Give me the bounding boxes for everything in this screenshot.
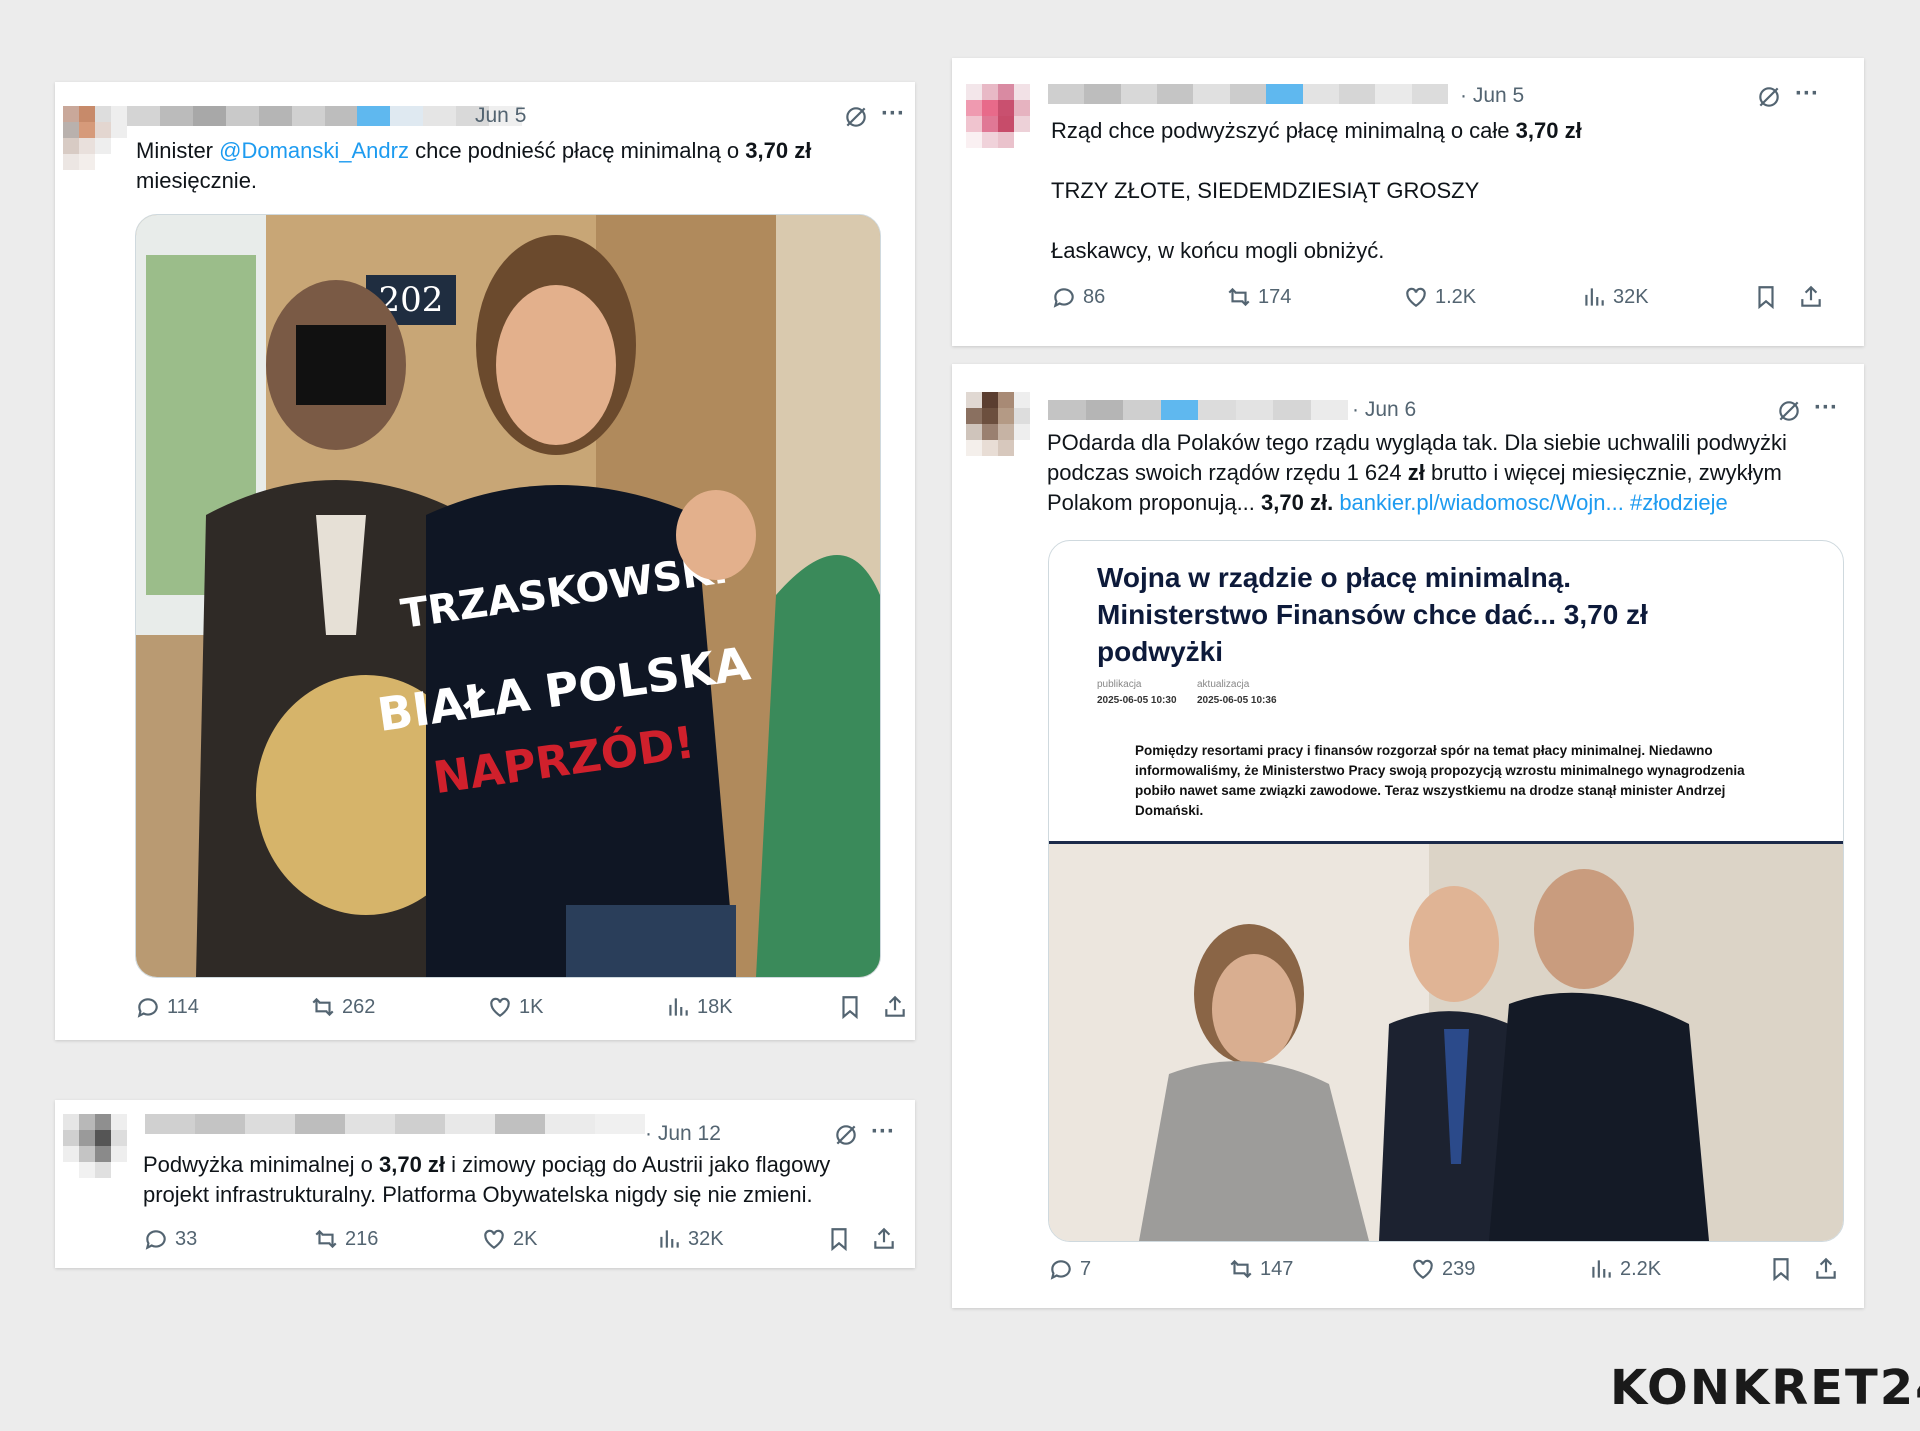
tweet-text: Podwyżka minimalnej o 3,70 zł i zimowy p…: [143, 1152, 831, 1207]
article-title: Wojna w rządzie o płacę minimalną. Minis…: [1097, 562, 1648, 667]
article-link[interactable]: bankier.pl/wiadomosc/Wojn...: [1339, 490, 1624, 515]
article-card[interactable]: Wojna w rządzie o płacę minimalną. Minis…: [1048, 540, 1844, 1242]
more-icon[interactable]: ···: [1814, 394, 1838, 422]
repost-button[interactable]: 262: [310, 994, 375, 1020]
tweet-text: Rząd chce podwyższyć płacę minimalną o c…: [1051, 118, 1582, 263]
tweet-photo[interactable]: 202 TRZASKOWSKI BIAŁA POLSKA NAPRZÓD!: [135, 214, 881, 978]
blurred-username[interactable]: [1048, 400, 1348, 420]
tweet-text: POdarda dla Polaków tego rządu wygląda t…: [1047, 430, 1787, 515]
like-button[interactable]: 2K: [481, 1226, 537, 1252]
like-button[interactable]: 1K: [487, 994, 543, 1020]
tweet-actions: 33 216 2K 32K: [143, 1226, 903, 1256]
tweet-card-1[interactable]: Jun 5 ··· Minister @Domanski_Andrz chce …: [55, 82, 915, 1040]
article-meta: publikacja: [1097, 679, 1142, 690]
avatar[interactable]: [63, 106, 127, 170]
hashtag-link[interactable]: #złodzieje: [1630, 490, 1728, 515]
repost-button[interactable]: 174: [1226, 284, 1291, 310]
mention-link[interactable]: @Domanski_Andrz: [219, 138, 409, 163]
reply-button[interactable]: 33: [143, 1226, 197, 1252]
views-button[interactable]: 32K: [1581, 284, 1649, 310]
reply-button[interactable]: 86: [1051, 284, 1105, 310]
avatar[interactable]: [966, 392, 1030, 456]
views-button[interactable]: 18K: [665, 994, 733, 1020]
share-icon[interactable]: [882, 994, 908, 1020]
article-lead: Pomiędzy resortami pracy i finansów rozg…: [1135, 743, 1745, 818]
article-meta: aktualizacja: [1197, 679, 1250, 690]
tweet-card-4[interactable]: · Jun 6 ··· POdarda dla Polaków tego rzą…: [952, 364, 1864, 1308]
avatar[interactable]: [966, 84, 1030, 148]
tweet-actions: 114 262 1K 18K: [135, 994, 905, 1024]
like-button[interactable]: 239: [1410, 1256, 1475, 1282]
bookmark-icon[interactable]: [1753, 284, 1779, 310]
views-button[interactable]: 2.2K: [1588, 1256, 1661, 1282]
tweet-date[interactable]: · Jun 12: [645, 1122, 721, 1146]
reply-button[interactable]: 7: [1048, 1256, 1091, 1282]
bookmark-icon[interactable]: [826, 1226, 852, 1252]
tweet-date[interactable]: Jun 5: [475, 104, 526, 128]
tweet-card-3[interactable]: · Jun 5 ··· Rząd chce podwyższyć płacę m…: [952, 58, 1864, 346]
reply-button[interactable]: 114: [135, 994, 199, 1020]
tweet-date[interactable]: · Jun 6: [1352, 398, 1416, 422]
grok-icon[interactable]: [833, 1122, 859, 1153]
repost-button[interactable]: 147: [1228, 1256, 1293, 1282]
share-icon[interactable]: [871, 1226, 897, 1252]
more-icon[interactable]: ···: [871, 1118, 895, 1146]
blurred-username[interactable]: [145, 1114, 645, 1134]
views-button[interactable]: 32K: [656, 1226, 724, 1252]
article-date: 2025-06-05 10:30: [1097, 695, 1177, 706]
tweet-actions: 86 174 1.2K 32K: [1051, 284, 1851, 314]
bookmark-icon[interactable]: [1768, 1256, 1794, 1282]
more-icon[interactable]: ···: [1795, 80, 1819, 108]
grok-icon[interactable]: [1776, 398, 1802, 429]
tweet-date[interactable]: · Jun 5: [1460, 84, 1524, 108]
tweet-text: Minister @Domanski_Andrz chce podnieść p…: [136, 138, 812, 193]
bookmark-icon[interactable]: [837, 994, 863, 1020]
article-photo: [1049, 844, 1843, 1241]
repost-button[interactable]: 216: [313, 1226, 378, 1252]
share-icon[interactable]: [1813, 1256, 1839, 1282]
blurred-username[interactable]: [127, 106, 523, 126]
avatar[interactable]: [63, 1114, 127, 1178]
like-button[interactable]: 1.2K: [1403, 284, 1476, 310]
grok-icon[interactable]: [1756, 84, 1782, 115]
blurred-username[interactable]: [1048, 84, 1448, 104]
share-icon[interactable]: [1798, 284, 1824, 310]
article-date: 2025-06-05 10:36: [1197, 695, 1277, 706]
tweet-card-2[interactable]: · Jun 12 ··· Podwyżka minimalnej o 3,70 …: [55, 1100, 915, 1268]
brand-logo: KONKRET24: [1610, 1360, 1920, 1416]
grok-icon[interactable]: [843, 104, 869, 135]
tweet-actions: 7 147 239 2.2K: [1048, 1256, 1848, 1286]
more-icon[interactable]: ···: [881, 100, 905, 128]
